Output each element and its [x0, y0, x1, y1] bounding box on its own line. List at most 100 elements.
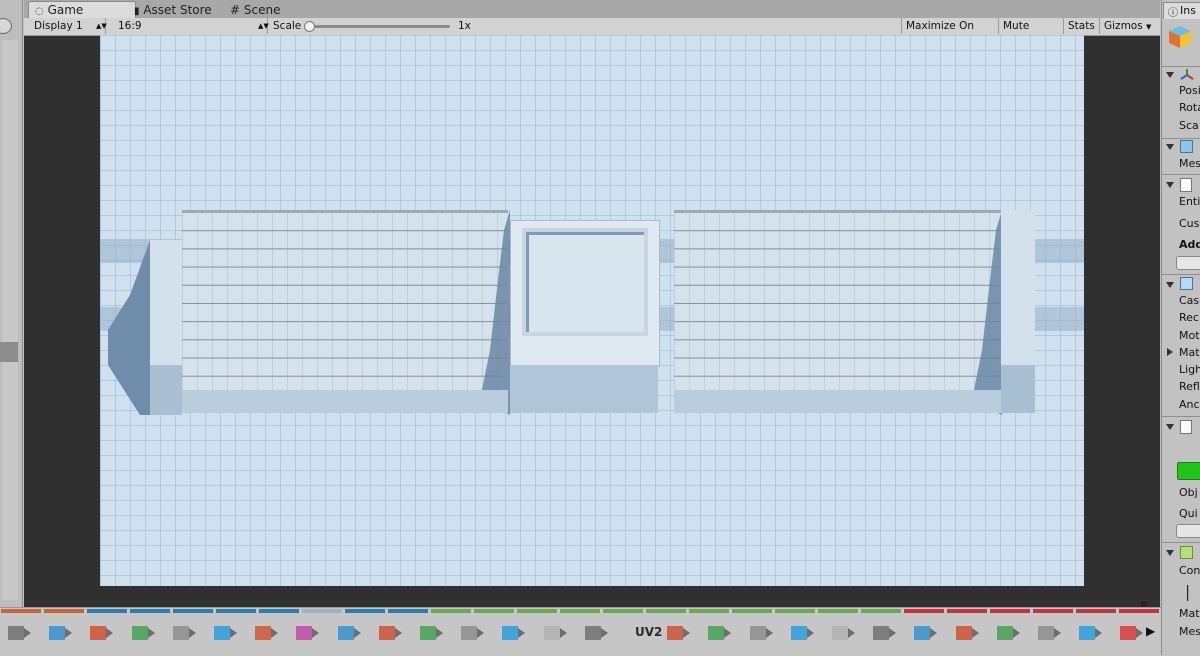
- scale-slider-knob[interactable]: [304, 21, 315, 32]
- gameobject-cube-icon: [1169, 26, 1191, 48]
- toolbar-group-segment: [388, 609, 428, 613]
- aspect-dropdown[interactable]: 16:9 ▲▼: [112, 18, 269, 34]
- materials-label: Mate: [1179, 346, 1200, 359]
- dropdown-arrow-icon: ▼: [1146, 23, 1152, 31]
- toolbar-group-segment: [560, 609, 600, 613]
- extrude-icon[interactable]: [457, 622, 485, 644]
- toolbar-group-segment: [1, 609, 41, 613]
- tab-game-label: Game: [47, 3, 84, 17]
- delete-icon[interactable]: [128, 622, 156, 644]
- export-icon[interactable]: [952, 622, 980, 644]
- custom-label: Cus: [1179, 217, 1200, 230]
- swap-icon[interactable]: [416, 622, 444, 644]
- select-icon[interactable]: [169, 622, 197, 644]
- face-icon[interactable]: [1034, 622, 1062, 644]
- scene-grid-icon: #: [230, 3, 241, 17]
- foldout-arrow-icon[interactable]: [1166, 182, 1174, 188]
- detach-icon[interactable]: [1075, 622, 1103, 644]
- left-scrollbar[interactable]: [2, 40, 18, 600]
- toolbar-group-segment: [259, 609, 299, 613]
- toolbar-group-segment: [345, 609, 385, 613]
- inspector-button[interactable]: [1176, 256, 1200, 270]
- color-wheel-icon[interactable]: [292, 622, 320, 644]
- toolbar-group-segment: [87, 609, 127, 613]
- separator: [1162, 542, 1200, 543]
- menu-dots-icon[interactable]: ≡: [1140, 600, 1148, 610]
- fan-icon[interactable]: [828, 622, 856, 644]
- mesh-label: Mes: [1179, 157, 1200, 170]
- foldout-arrow-icon[interactable]: [1166, 550, 1174, 556]
- cube-gray-icon[interactable]: [581, 622, 609, 644]
- arrow-icon[interactable]: [334, 622, 362, 644]
- add-label: Add: [1179, 238, 1200, 251]
- script-icon: [1180, 420, 1192, 434]
- mirror-icon[interactable]: [1116, 622, 1144, 644]
- mesh-filter-icon: [1180, 140, 1193, 153]
- tab-asset-store[interactable]: ▮ Asset Store: [128, 2, 218, 18]
- tab-game[interactable]: ◌ Game: [28, 1, 136, 18]
- right-grate-panel: [674, 210, 1001, 393]
- toolbar-group-segment: [775, 609, 815, 613]
- display-dropdown[interactable]: Display 1 ▲▼: [28, 18, 107, 34]
- foldout-arrow-icon[interactable]: [1166, 72, 1174, 78]
- green-status-button[interactable]: [1177, 462, 1200, 480]
- material-label: Mate: [1179, 607, 1200, 620]
- right-grate-shadow: [972, 210, 1002, 415]
- game-viewport[interactable]: [100, 35, 1084, 586]
- separator: [1162, 274, 1200, 275]
- toolbar-group-segment: [732, 609, 772, 613]
- object-label: Obj: [1179, 486, 1198, 499]
- tab-inspector-label: Ins: [1180, 4, 1196, 17]
- quick-label: Qui: [1179, 507, 1198, 520]
- foldout-closed-icon[interactable]: [1167, 348, 1173, 356]
- toolbar-group-segment: [603, 609, 643, 613]
- tab-inspector[interactable]: ⓘ Ins: [1163, 2, 1200, 19]
- add-icon[interactable]: [375, 622, 403, 644]
- stats-toggle[interactable]: Stats: [1063, 18, 1099, 34]
- mesh-renderer-icon: [1180, 277, 1193, 290]
- game-tab-icon: ◌: [35, 6, 44, 17]
- mute-audio-toggle[interactable]: Mute Audio: [998, 18, 1063, 48]
- plane-icon[interactable]: [869, 622, 897, 644]
- bevel-icon[interactable]: [746, 622, 774, 644]
- bridge-icon[interactable]: [663, 622, 691, 644]
- position-label: Posi: [1179, 84, 1200, 97]
- split-icon[interactable]: [498, 622, 526, 644]
- pivot-icon[interactable]: [86, 622, 114, 644]
- scroll-right-icon[interactable]: ▶: [1146, 624, 1155, 638]
- flip-icon[interactable]: [540, 622, 568, 644]
- transform-icon: [1180, 69, 1194, 80]
- toolbar-group-segment: [173, 609, 213, 613]
- merge-icon[interactable]: [704, 622, 732, 644]
- uv2-label[interactable]: UV2: [635, 625, 662, 639]
- scale-value: 1x: [458, 20, 471, 32]
- toolbar-group-segment: [431, 609, 471, 613]
- left-scrollbar-thumb[interactable]: [0, 342, 18, 362]
- info-icon: ⓘ: [1168, 8, 1178, 19]
- toolbar-group-segment: [302, 609, 342, 613]
- mesh-bottom-label: Mes: [1179, 625, 1200, 638]
- toolbar-group-segment: [44, 609, 84, 613]
- tab-scene-label: Scene: [243, 3, 281, 17]
- tab-scene[interactable]: # Scene: [224, 2, 286, 18]
- weld-icon[interactable]: [787, 622, 815, 644]
- dropdown-arrow-icon: ▲▼: [258, 22, 269, 30]
- brick-icon[interactable]: [251, 622, 279, 644]
- foldout-arrow-icon[interactable]: [1166, 424, 1174, 430]
- toolbar-group-segment: [689, 609, 729, 613]
- scale-slider[interactable]: [310, 25, 450, 28]
- gizmos-dropdown[interactable]: Gizmos ▼: [1099, 18, 1160, 34]
- left-grate-base: [182, 390, 508, 413]
- display-dropdown-label: Display 1: [34, 20, 83, 32]
- left-grate-shadow: [480, 210, 510, 415]
- merge-arrow-icon[interactable]: [993, 622, 1021, 644]
- slice-icon[interactable]: [910, 622, 938, 644]
- right-grate-base: [674, 390, 1001, 413]
- foldout-arrow-icon[interactable]: [1166, 282, 1174, 288]
- cube-icon[interactable]: [45, 622, 73, 644]
- vertex-icon[interactable]: [4, 622, 32, 644]
- inspector-button[interactable]: [1176, 524, 1200, 538]
- frame-icon[interactable]: [210, 622, 238, 644]
- foldout-arrow-icon[interactable]: [1166, 144, 1174, 150]
- maximize-on-play-toggle[interactable]: Maximize On Play: [901, 18, 998, 48]
